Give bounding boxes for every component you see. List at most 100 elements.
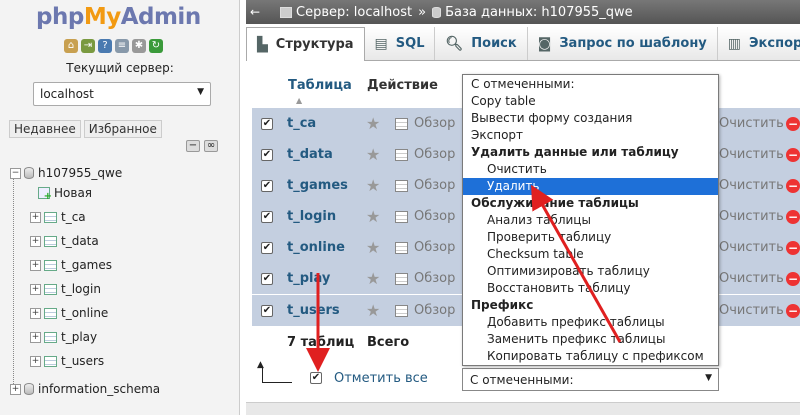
tab-recent[interactable]: Недавнее — [9, 120, 81, 138]
tree-item-new[interactable]: Новая — [38, 183, 92, 203]
tree-item-table[interactable]: + t_games — [30, 255, 112, 275]
row-checkbox[interactable]: ✔ — [261, 148, 273, 161]
browse-icon[interactable] — [395, 304, 408, 317]
expand-icon[interactable]: + — [30, 331, 41, 343]
empty-link[interactable]: Очистить — [719, 303, 784, 318]
table-name-link[interactable]: t_data — [287, 147, 333, 162]
dropdown-option[interactable]: С отмеченными: — [463, 76, 718, 93]
drop-icon[interactable]: − — [786, 303, 800, 318]
dropdown-option[interactable]: Вывести форму создания — [463, 110, 718, 127]
empty-link[interactable]: Очистить — [719, 209, 784, 224]
tree-item-table[interactable]: + t_data — [30, 231, 99, 251]
empty-link[interactable]: Очистить — [719, 240, 784, 255]
collapse-all-icon[interactable]: − — [186, 140, 200, 152]
dropdown-option[interactable]: Анализ таблицы — [463, 212, 718, 229]
expand-icon[interactable]: + — [10, 383, 21, 395]
table-name-link[interactable]: t_play — [287, 271, 330, 286]
browse-link[interactable]: Обзор — [414, 116, 455, 131]
link-icon[interactable]: ∞ — [204, 140, 218, 152]
browse-icon[interactable] — [395, 117, 408, 130]
help-icon[interactable]: ? — [98, 39, 112, 53]
drop-icon[interactable]: − — [786, 271, 800, 286]
dropdown-option[interactable]: Очистить — [463, 161, 718, 178]
back-arrow-icon[interactable]: ← — [250, 4, 266, 20]
exit-icon[interactable]: ⇥ — [81, 39, 95, 53]
drop-icon[interactable]: − — [786, 147, 800, 162]
expand-icon[interactable]: + — [30, 211, 41, 223]
check-all-checkbox[interactable]: ✔ — [310, 372, 322, 384]
dropdown-option[interactable]: Восстановить таблицу — [463, 280, 718, 297]
favorite-star-icon[interactable]: ★ — [366, 269, 380, 288]
browse-icon[interactable] — [395, 210, 408, 223]
browse-link[interactable]: Обзор — [414, 209, 455, 224]
column-header-table[interactable]: Таблица — [288, 78, 352, 93]
favorite-star-icon[interactable]: ★ — [366, 301, 380, 320]
tree-item-db[interactable]: − h107955_qwe — [10, 163, 122, 183]
browse-link[interactable]: Обзор — [414, 178, 455, 193]
tree-item-table[interactable]: + t_ca — [30, 207, 86, 227]
dropdown-option[interactable]: Оптимизировать таблицу — [463, 263, 718, 280]
row-checkbox[interactable]: ✔ — [261, 210, 273, 223]
browse-link[interactable]: Обзор — [414, 271, 455, 286]
tree-item-table[interactable]: + t_users — [30, 351, 104, 371]
breadcrumb-database[interactable]: База данных: h107955_qwe — [445, 5, 633, 20]
reload-icon[interactable]: ↻ — [149, 39, 163, 53]
browse-icon[interactable] — [395, 241, 408, 254]
tree-item-table[interactable]: + t_play — [30, 327, 97, 347]
tab-export[interactable]: ▥ Экспорт — [717, 27, 800, 60]
table-name-link[interactable]: t_login — [287, 209, 336, 224]
browse-link[interactable]: Обзор — [414, 147, 455, 162]
tab-search[interactable]: 🔍︎ Поиск — [435, 27, 528, 60]
drop-icon[interactable]: − — [786, 178, 800, 193]
row-checkbox[interactable]: ✔ — [261, 272, 273, 285]
tab-structure[interactable]: ▙ Структура — [246, 27, 365, 61]
breadcrumb-server[interactable]: Сервер: localhost — [296, 5, 412, 20]
home-icon[interactable]: ⌂ — [64, 39, 78, 53]
browse-icon[interactable] — [395, 179, 408, 192]
dropdown-option[interactable]: Экспорт — [463, 127, 718, 144]
dropdown-option[interactable]: Заменить префикс таблицы — [463, 331, 718, 348]
tree-item-table[interactable]: + t_login — [30, 279, 101, 299]
row-checkbox[interactable]: ✔ — [261, 117, 273, 130]
drop-icon[interactable]: − — [786, 116, 800, 131]
tab-query[interactable]: ◙ Запрос по шаблону — [527, 27, 718, 60]
dropdown-option[interactable]: Удалить — [463, 178, 718, 195]
expand-icon[interactable]: + — [30, 355, 41, 367]
dropdown-option[interactable]: Добавить префикс таблицы — [463, 314, 718, 331]
dropdown-option[interactable]: Копировать таблицу с префиксом — [463, 348, 718, 365]
phpmyadmin-logo[interactable]: phpMyAdmin — [36, 4, 201, 30]
empty-link[interactable]: Очистить — [719, 178, 784, 193]
tree-item-db[interactable]: + information_schema — [10, 379, 160, 399]
table-name-link[interactable]: t_users — [287, 303, 340, 318]
drop-icon[interactable]: − — [786, 209, 800, 224]
check-all-link[interactable]: Отметить все — [334, 371, 428, 386]
browse-link[interactable]: Обзор — [414, 240, 455, 255]
expand-icon[interactable]: + — [30, 235, 41, 247]
browse-link[interactable]: Обзор — [414, 303, 455, 318]
favorite-star-icon[interactable]: ★ — [366, 207, 380, 226]
docs-icon[interactable]: ≡ — [115, 39, 129, 53]
row-checkbox[interactable]: ✔ — [261, 179, 273, 192]
dropdown-option[interactable]: Copy table — [463, 93, 718, 110]
empty-link[interactable]: Очистить — [719, 147, 784, 162]
tab-favorites[interactable]: Избранное — [83, 120, 162, 138]
table-name-link[interactable]: t_games — [287, 178, 348, 193]
tree-item-table[interactable]: + t_online — [30, 303, 108, 323]
server-select[interactable]: localhost ▼ — [33, 82, 211, 106]
empty-link[interactable]: Очистить — [719, 116, 784, 131]
favorite-star-icon[interactable]: ★ — [366, 145, 380, 164]
collapse-icon[interactable]: − — [10, 167, 21, 179]
expand-icon[interactable]: + — [30, 283, 41, 295]
expand-icon[interactable]: + — [30, 307, 41, 319]
dropdown-option[interactable]: Проверить таблицу — [463, 229, 718, 246]
browse-icon[interactable] — [395, 272, 408, 285]
dropdown-option[interactable]: Checksum table — [463, 246, 718, 263]
row-checkbox[interactable]: ✔ — [261, 304, 273, 317]
expand-icon[interactable]: + — [30, 259, 41, 271]
table-name-link[interactable]: t_ca — [287, 116, 316, 131]
favorite-star-icon[interactable]: ★ — [366, 176, 380, 195]
drop-icon[interactable]: − — [786, 240, 800, 255]
settings-icon[interactable]: ✱ — [132, 39, 146, 53]
with-selected-select[interactable]: С отмеченными: ▼ — [462, 368, 719, 391]
row-checkbox[interactable]: ✔ — [261, 241, 273, 254]
